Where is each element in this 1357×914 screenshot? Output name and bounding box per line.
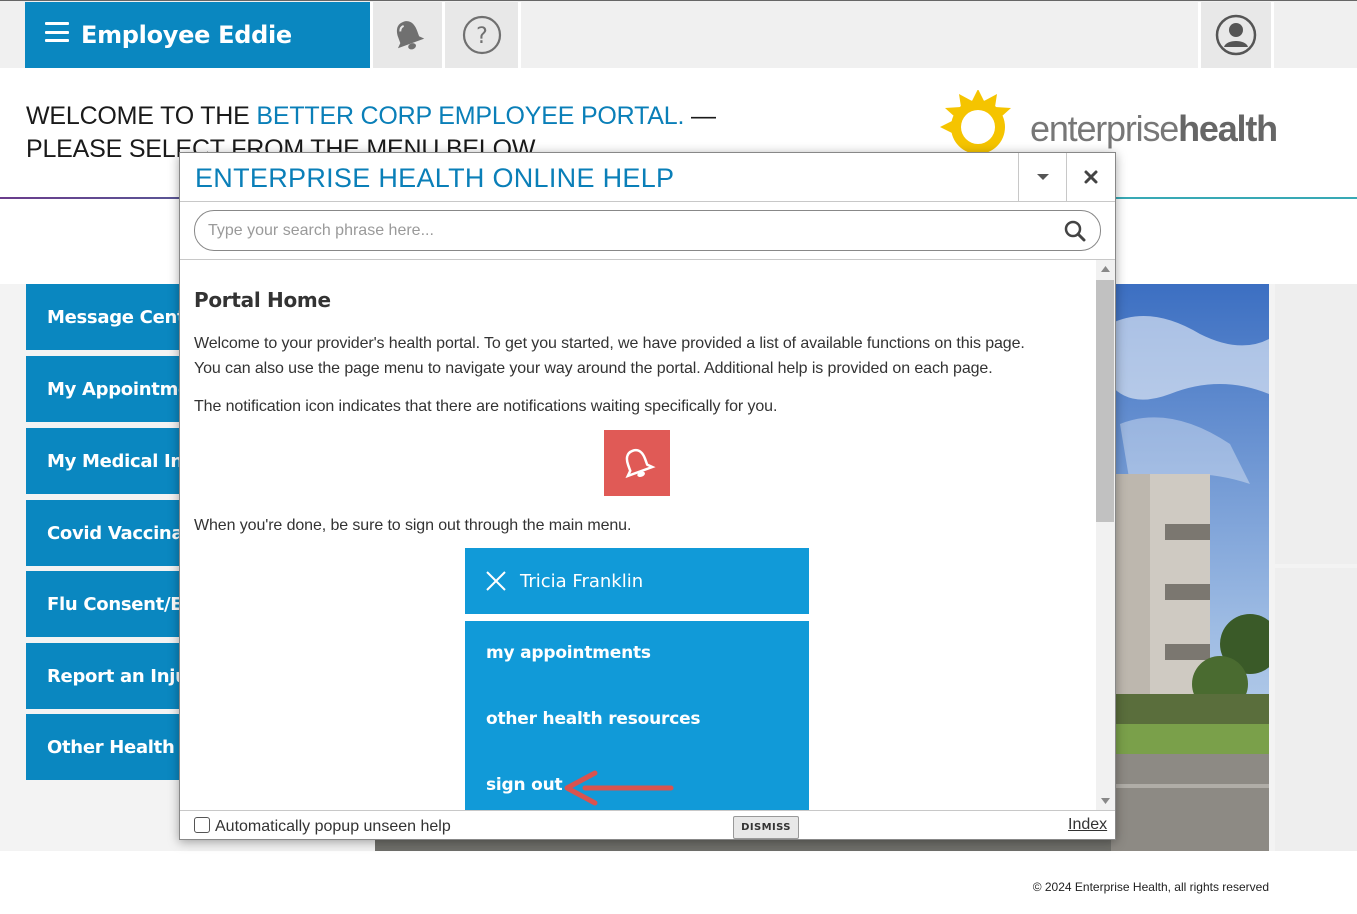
auto-popup-checkbox[interactable]: [194, 817, 210, 833]
help-button[interactable]: ?: [442, 2, 518, 68]
menu-item-my-appointments[interactable]: My Appointments: [26, 356, 186, 422]
top-bar-right-spacer: [1271, 2, 1357, 68]
logo-word-light: enterprise: [1030, 108, 1179, 149]
logo-wordmark: enterprisehealth: [1030, 108, 1278, 150]
header-divider-right: [1110, 197, 1357, 199]
example-user-menu: my appointments other health resources s…: [465, 621, 809, 810]
example-user-menu-header: Tricia Franklin: [465, 548, 809, 614]
help-content: Portal Home Welcome to your provider's h…: [180, 260, 1096, 810]
index-link[interactable]: Index: [1068, 816, 1107, 834]
help-notification-paragraph: The notification icon indicates that the…: [194, 398, 778, 415]
example-menu-item-health-resources: other health resources: [486, 709, 701, 729]
example-menu-item-appointments: my appointments: [486, 643, 651, 663]
side-panel-right-top: [1275, 284, 1357, 564]
help-intro-line2: You can also use the page menu to naviga…: [194, 360, 993, 377]
example-menu-item-sign-out: sign out: [486, 775, 563, 795]
svg-text:?: ?: [476, 24, 488, 49]
notification-example-image: [604, 430, 670, 496]
help-search-box[interactable]: [194, 210, 1101, 251]
main-menu-toggle[interactable]: Employee Eddie: [25, 2, 370, 68]
scrollbar-thumb[interactable]: [1096, 280, 1114, 522]
welcome-suffix: —: [684, 102, 716, 130]
dismiss-button[interactable]: DISMISS: [733, 816, 799, 839]
dialog-header: ENTERPRISE HEALTH ONLINE HELP: [180, 153, 1115, 202]
welcome-prefix: WELCOME TO THE: [26, 102, 257, 130]
menu-item-message-center[interactable]: Message Center: [26, 284, 186, 350]
menu-item-other-health-resources[interactable]: Other Health Resources: [26, 714, 186, 780]
portal-name: BETTER CORP EMPLOYEE PORTAL.: [256, 102, 685, 130]
notifications-button[interactable]: [370, 2, 442, 68]
close-icon[interactable]: [1083, 169, 1099, 185]
copyright-footer: © 2024 Enterprise Health, all rights res…: [1032, 880, 1269, 894]
bell-icon[interactable]: [388, 15, 428, 55]
profile-button[interactable]: [1198, 2, 1271, 68]
hamburger-icon[interactable]: [45, 22, 69, 42]
app-title: Employee Eddie: [81, 21, 292, 49]
dialog-footer: Automatically popup unseen help DISMISS …: [180, 810, 1115, 839]
logo-word-bold: health: [1178, 108, 1278, 149]
help-heading: Portal Home: [194, 288, 331, 312]
user-avatar-icon[interactable]: [1215, 14, 1257, 56]
menu-item-covid-vaccination[interactable]: Covid Vaccination: [26, 500, 186, 566]
help-signout-paragraph: When you're done, be sure to sign out th…: [194, 517, 632, 534]
auto-popup-label[interactable]: Automatically popup unseen help: [215, 818, 451, 836]
top-bar-spacer: [518, 2, 1198, 68]
help-intro-paragraph: Welcome to your provider's health portal…: [194, 331, 1025, 381]
top-bar: Employee Eddie ?: [0, 0, 1357, 68]
question-circle-icon[interactable]: ?: [462, 15, 502, 55]
menu-item-report-injury[interactable]: Report an Injury: [26, 643, 186, 709]
dialog-title: ENTERPRISE HEALTH ONLINE HELP: [195, 163, 675, 193]
side-panel-right-bottom: [1275, 568, 1357, 851]
menu-item-my-medical-information[interactable]: My Medical Information: [26, 428, 186, 494]
close-icon: [486, 571, 506, 591]
example-user-name: Tricia Franklin: [520, 570, 644, 592]
menu-item-flu-consent[interactable]: Flu Consent/Exemption: [26, 571, 186, 637]
search-icon[interactable]: [1064, 220, 1086, 242]
building-photo: [1110, 284, 1269, 851]
caret-down-icon[interactable]: [1036, 172, 1050, 182]
help-content-scrollbar[interactable]: [1096, 260, 1115, 810]
collapse-dialog-button[interactable]: [1018, 153, 1066, 201]
scroll-down-arrow-icon[interactable]: [1101, 798, 1110, 804]
bell-icon: [625, 448, 656, 479]
help-search-input[interactable]: [208, 220, 1048, 242]
arrow-left-icon: [564, 770, 674, 806]
close-dialog-button[interactable]: [1066, 153, 1114, 201]
scroll-up-arrow-icon[interactable]: [1101, 266, 1110, 272]
online-help-dialog: ENTERPRISE HEALTH ONLINE HELP Portal Hom…: [179, 152, 1116, 840]
help-intro-line1: Welcome to your provider's health portal…: [194, 335, 1025, 352]
